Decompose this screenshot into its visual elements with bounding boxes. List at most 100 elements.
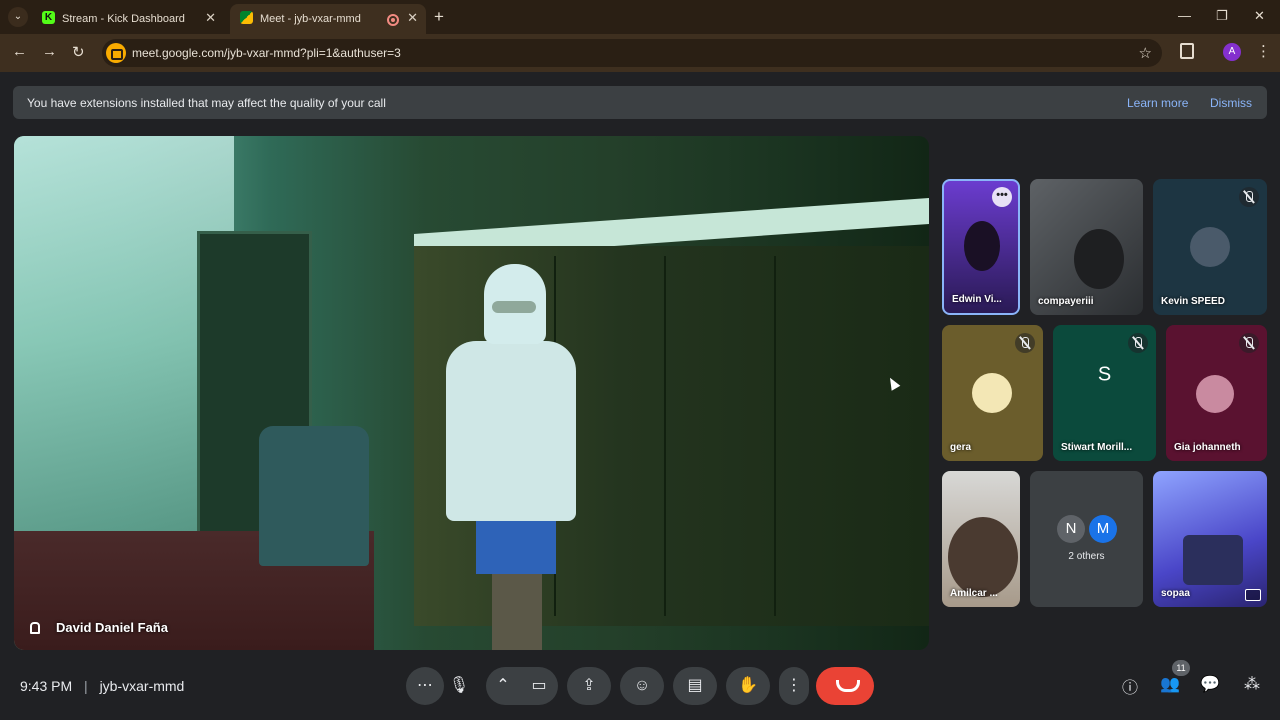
recording-icon (387, 14, 399, 26)
mic-button[interactable]: 🎙 (444, 667, 474, 705)
more-horiz-icon: ⋯ (417, 677, 433, 694)
video-scene-cabinet-seam (774, 256, 776, 616)
participant-initial: M (1089, 515, 1117, 543)
browser-menu-icon[interactable]: ⋮ (1256, 42, 1271, 60)
back-icon[interactable]: ← (12, 43, 27, 60)
participant-video (964, 221, 1000, 271)
meeting-info-separator: | (84, 678, 88, 694)
participant-tile[interactable]: S Stiwart Morill... (1053, 325, 1156, 461)
pin-icon[interactable] (30, 622, 40, 634)
tab-title: Stream - Kick Dashboard (62, 13, 185, 25)
dismiss-button[interactable]: Dismiss (1210, 96, 1252, 110)
emoji-icon: ☺ (633, 677, 651, 694)
participant-video (1183, 535, 1243, 585)
participant-avatar (972, 373, 1012, 413)
minimize-button[interactable]: — (1178, 8, 1191, 23)
people-icon[interactable]: 👥 (1158, 674, 1182, 694)
extensions-icon[interactable] (1180, 43, 1194, 59)
video-person-legs (492, 572, 542, 650)
url-text[interactable]: meet.google.com/jyb-vxar-mmd?pli=1&authu… (132, 46, 401, 60)
captions-button[interactable]: ▤ (673, 667, 717, 705)
bookmark-star-icon[interactable]: ☆ (1139, 44, 1152, 62)
participant-name: Edwin Vi... (952, 294, 1002, 305)
video-person-body (446, 341, 576, 521)
meeting-info: 9:43 PM | jyb-vxar-mmd (20, 678, 184, 694)
people-count-badge: 11 (1172, 660, 1190, 676)
tab-title: Meet - jyb-vxar-mmd (260, 13, 361, 25)
participant-tile[interactable]: Amilcar ... (942, 471, 1020, 607)
mic-off-icon (1128, 333, 1148, 353)
participant-name: Stiwart Morill... (1061, 442, 1133, 453)
participant-avatar (1196, 375, 1234, 413)
captions-icon: ▤ (687, 677, 703, 694)
video-person-shorts (476, 514, 556, 574)
main-video-tile[interactable]: David Daniel Faña (14, 136, 929, 650)
others-tile[interactable]: N M 2 others (1030, 471, 1143, 607)
raise-hand-button[interactable]: ✋ (726, 667, 770, 705)
participant-avatar (1190, 227, 1230, 267)
video-scene-cabinet-seam (664, 256, 666, 616)
participant-initial: N (1057, 515, 1085, 543)
participant-video (948, 517, 1018, 597)
participant-tile[interactable]: Gia johanneth (1166, 325, 1267, 461)
participant-initial: S (1097, 363, 1112, 386)
participant-tile[interactable]: Kevin SPEED (1153, 179, 1267, 315)
site-camera-icon[interactable] (106, 43, 126, 63)
camera-icon: ▭ (531, 677, 547, 694)
banner-message: You have extensions installed that may a… (27, 96, 386, 110)
tab-kick-dashboard[interactable]: K Stream - Kick Dashboard ✕ (32, 4, 224, 34)
raise-hand-icon: ✋ (738, 677, 758, 694)
profile-avatar[interactable]: A (1223, 43, 1241, 61)
activities-icon[interactable]: ⁂ (1240, 674, 1264, 694)
participant-tile[interactable]: sopaa (1153, 471, 1267, 607)
mic-off-icon (1015, 333, 1035, 353)
kick-icon: K (42, 11, 55, 24)
video-scene-chair (259, 426, 369, 566)
participant-name: compayeriii (1038, 296, 1094, 307)
participant-name: Gia johanneth (1174, 442, 1241, 453)
mic-icon: 🎙 (448, 677, 470, 694)
kebab-icon: ⋮ (786, 677, 802, 694)
camera-button[interactable]: ▭ (520, 667, 558, 705)
participant-name: Amilcar ... (950, 588, 998, 599)
reload-icon[interactable]: ↻ (72, 43, 85, 61)
mic-off-icon (1239, 187, 1259, 207)
participant-name: sopaa (1161, 588, 1190, 599)
forward-icon[interactable]: → (42, 43, 57, 60)
others-count-label: 2 others (1068, 551, 1105, 562)
picture-in-picture-icon[interactable] (1245, 589, 1261, 601)
maximize-button[interactable]: ❐ (1216, 8, 1228, 24)
close-tab-icon[interactable]: ✕ (407, 10, 418, 26)
participant-name: gera (950, 442, 972, 453)
more-options-button[interactable]: ⋯ (406, 667, 444, 705)
close-window-button[interactable]: ✕ (1254, 8, 1265, 24)
tab-meet[interactable]: Meet - jyb-vxar-mmd ✕ (230, 4, 426, 34)
participant-video (1074, 229, 1124, 289)
address-bar[interactable]: meet.google.com/jyb-vxar-mmd?pli=1&authu… (102, 39, 1162, 67)
tab-search-chevron-icon[interactable]: ⌄ (8, 7, 28, 27)
chevron-up-icon: ⌃ (496, 677, 510, 694)
browser-tab-strip: ⌄ K Stream - Kick Dashboard ✕ Meet - jyb… (0, 0, 1280, 34)
meeting-details-icon[interactable]: ⓘ (1118, 674, 1142, 698)
present-screen-icon: ⇪ (582, 677, 596, 694)
leave-call-button[interactable] (816, 667, 874, 705)
extensions-warning-banner: You have extensions installed that may a… (13, 86, 1267, 119)
chat-icon[interactable]: 💬 (1198, 674, 1222, 694)
camera-options-button[interactable]: ⌃ (486, 667, 520, 705)
more-options-icon[interactable]: ••• (992, 187, 1012, 207)
present-button[interactable]: ⇪ (567, 667, 611, 705)
close-tab-icon[interactable]: ✕ (205, 10, 216, 26)
meeting-time: 9:43 PM (20, 678, 73, 694)
participant-tile[interactable]: compayeriii (1030, 179, 1143, 315)
reactions-button[interactable]: ☺ (620, 667, 664, 705)
participant-name: Kevin SPEED (1161, 296, 1225, 307)
mic-off-icon (1239, 333, 1259, 353)
new-tab-button[interactable]: + (434, 7, 444, 27)
participant-tile[interactable]: gera (942, 325, 1043, 461)
main-participant-name: David Daniel Faña (30, 620, 168, 635)
learn-more-link[interactable]: Learn more (1127, 96, 1188, 110)
meet-icon (240, 11, 253, 24)
participant-tile[interactable]: ••• Edwin Vi... (942, 179, 1020, 315)
more-actions-button[interactable]: ⋮ (779, 667, 809, 705)
video-person-glasses (492, 301, 536, 313)
